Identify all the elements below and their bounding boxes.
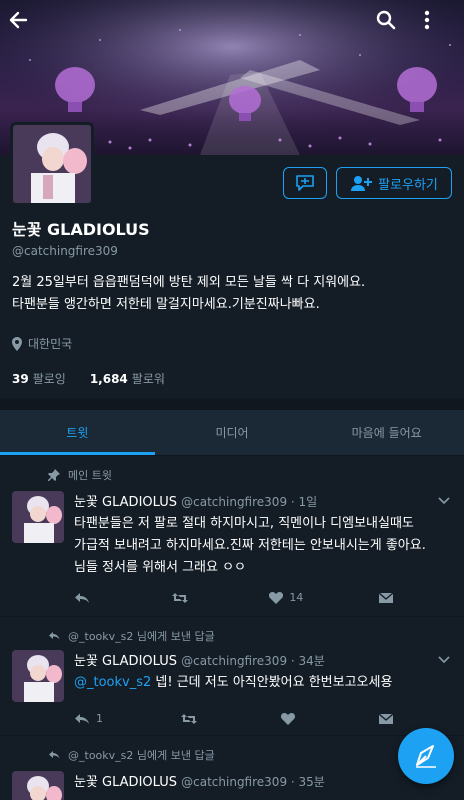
tweet-context: @_tookv_s2 님에게 보낸 답글 <box>48 747 215 763</box>
tab-tweets[interactable]: 트윗 <box>0 410 155 455</box>
tweet-context: 메인 트윗 <box>48 467 112 483</box>
avatar-image <box>12 650 64 702</box>
tweet-text-line: 님들 정서를 위해서 그래요 ㅇㅇ <box>74 560 247 575</box>
search-button[interactable] <box>376 10 412 46</box>
reply-count: 1 <box>96 712 103 725</box>
envelope-icon <box>378 712 394 724</box>
like-button[interactable]: 14 <box>269 591 303 604</box>
tweet-author-name: 눈꽃 GLADIOLUS <box>74 495 177 510</box>
tweet-avatar[interactable] <box>12 491 64 543</box>
pin-icon <box>48 469 60 481</box>
profile-name: 눈꽃 GLADIOLUS <box>12 220 150 239</box>
profile-avatar[interactable] <box>10 122 94 206</box>
reply-icon <box>75 592 89 603</box>
retweet-button[interactable] <box>171 592 195 604</box>
envelope-icon <box>378 591 394 603</box>
tweet-meta: @catchingfire309 · 1일 <box>181 495 318 509</box>
share-button[interactable] <box>378 591 394 604</box>
tweet-context: @_tookv_s2 님에게 보낸 답글 <box>48 628 215 644</box>
tweet-header: 눈꽃 GLADIOLUS @catchingfire309 · 35분 <box>74 771 325 790</box>
avatar-image <box>12 771 64 800</box>
profile-tabs: 트윗 미디어 마음에 들어요 <box>0 410 464 456</box>
chevron-down-icon[interactable] <box>438 497 450 505</box>
profile-bio: 2월 25일부터 읍읍팬덤덕에 방탄 제외 모든 날들 싹 다 지워에요. 타팬… <box>12 272 452 316</box>
follow-button-label: 팔로우하기 <box>378 177 438 193</box>
retweet-icon <box>181 713 197 724</box>
like-count: 14 <box>289 591 304 604</box>
tweet-actions: 1 <box>74 712 394 725</box>
retweet-icon <box>171 592 188 603</box>
arrow-left-icon <box>9 11 28 29</box>
reply-button[interactable]: 1 <box>74 712 103 725</box>
followers-label: 팔로워 <box>131 372 165 386</box>
followers-count: 1,684 <box>89 372 128 386</box>
share-button[interactable] <box>378 712 394 725</box>
compose-tweet-button[interactable] <box>398 728 454 784</box>
overflow-menu-button[interactable] <box>424 10 460 46</box>
tweet-text-content: 넵! 근데 저도 아직안봤어요 한번보고오세용 <box>151 675 393 690</box>
tweet-header: 눈꽃 GLADIOLUS @catchingfire309 · 34분 <box>74 650 325 669</box>
section-divider <box>0 398 464 410</box>
following-label: 팔로잉 <box>32 372 66 386</box>
heart-icon <box>281 713 295 725</box>
add-person-icon <box>351 176 373 191</box>
profile-location: 대한민국 <box>12 335 72 352</box>
avatar-image <box>13 125 91 203</box>
tweet-item[interactable]: @_tookv_s2 님에게 보낸 답글 눈꽃 GLADIOLUS @catch… <box>0 618 464 736</box>
tweet-meta: @catchingfire309 · 35분 <box>181 775 325 789</box>
reply-icon <box>49 632 60 640</box>
tweet-avatar[interactable] <box>12 771 64 800</box>
reply-button[interactable] <box>74 592 96 604</box>
tweet-item[interactable]: 메인 트윗 눈꽃 GLADIOLUS @catchingfire309 · 1일… <box>0 457 464 617</box>
profile-stats: 39 팔로잉 1,684 팔로워 <box>12 370 165 387</box>
tweet-text: 타팬분들은 저 팔로 절대 하지마시고, 직멘이나 디엠보내실때도 가급적 보내… <box>74 513 450 579</box>
tweet-author-name: 눈꽃 GLADIOLUS <box>74 654 177 669</box>
search-icon <box>376 10 396 30</box>
chevron-down-icon[interactable] <box>438 656 450 664</box>
following-count: 39 <box>12 372 29 386</box>
reply-icon <box>49 751 60 759</box>
reply-context-label: @_tookv_s2 님에게 보낸 답글 <box>68 749 215 762</box>
location-pin-icon <box>12 336 22 351</box>
tab-likes[interactable]: 마음에 들어요 <box>309 410 464 455</box>
tweet-mention[interactable]: @_tookv_s2 <box>74 675 151 690</box>
tweet-text-line: 타팬분들은 저 팔로 절대 하지마시고, 직멘이나 디엠보내실때도 <box>74 516 414 531</box>
tweet-text-line: 가급적 보내려고 하지마세요.진짜 저한테는 안보내시는게 좋아요. <box>74 538 426 553</box>
tab-media[interactable]: 미디어 <box>155 410 310 455</box>
retweet-button[interactable] <box>180 713 204 725</box>
following-stat[interactable]: 39 팔로잉 <box>12 370 66 387</box>
like-button[interactable] <box>281 712 301 725</box>
avatar-image <box>12 491 64 543</box>
followers-stat[interactable]: 1,684 팔로워 <box>90 370 165 387</box>
back-button[interactable] <box>8 10 44 46</box>
tweet-actions: 14 <box>74 591 394 604</box>
tweet-item[interactable]: @_tookv_s2 님에게 보낸 답글 눈꽃 GLADIOLUS @catch… <box>0 737 464 800</box>
bio-line: 2월 25일부터 읍읍팬덤덕에 방탄 제외 모든 날들 싹 다 지워에요. <box>12 275 366 290</box>
bio-line: 타팬분들 앵간하면 저한테 말걸지마세요.기분진짜나빠요. <box>12 297 320 312</box>
compose-icon <box>416 745 436 768</box>
tweet-meta: @catchingfire309 · 34분 <box>181 654 325 668</box>
follow-button[interactable]: 팔로우하기 <box>336 167 452 199</box>
tweet-author-name: 눈꽃 GLADIOLUS <box>74 775 177 790</box>
heart-icon <box>269 592 284 604</box>
location-text: 대한민국 <box>28 337 73 351</box>
pinned-tweet-label: 메인 트윗 <box>68 469 112 482</box>
tweet-text: @_tookv_s2 넵! 근데 저도 아직안봤어요 한번보고오세용 <box>74 672 450 694</box>
tweet-header: 눈꽃 GLADIOLUS @catchingfire309 · 1일 <box>74 491 317 510</box>
reply-icon <box>75 713 89 724</box>
dm-button[interactable] <box>283 167 327 199</box>
more-vertical-icon <box>424 10 430 30</box>
reply-context-label: @_tookv_s2 님에게 보낸 답글 <box>68 630 215 643</box>
profile-handle: @catchingfire309 <box>12 244 118 258</box>
message-plus-icon <box>296 175 314 191</box>
tweet-avatar[interactable] <box>12 650 64 702</box>
